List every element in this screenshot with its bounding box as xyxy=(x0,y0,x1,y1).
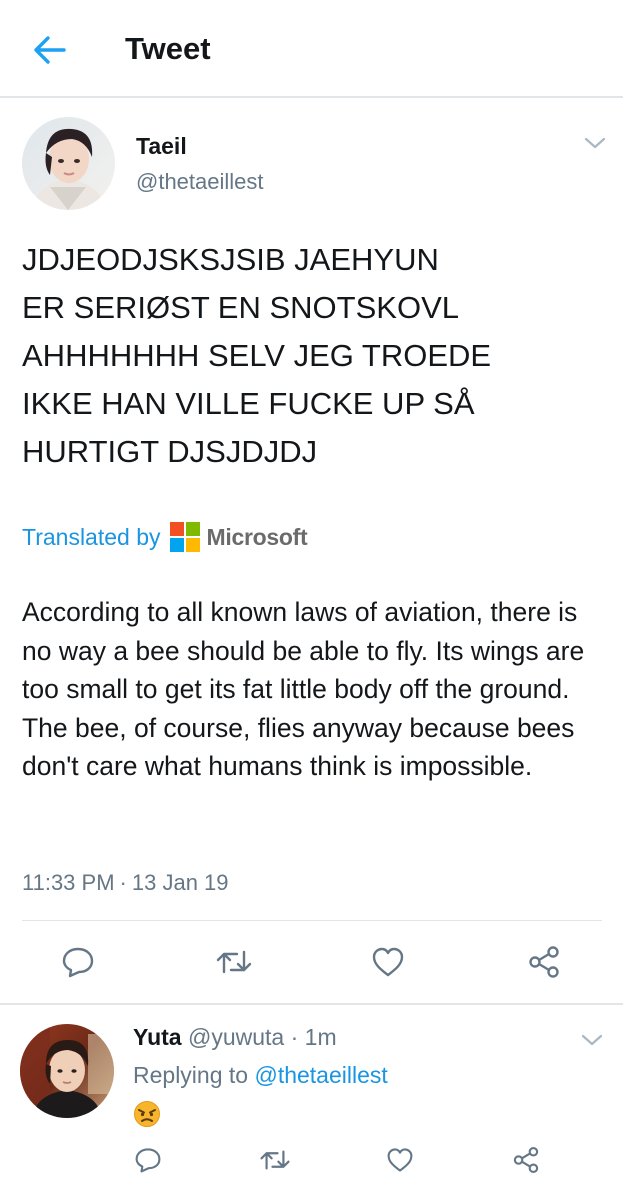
reply-age: 1m xyxy=(304,1024,337,1050)
reply-reply-button[interactable] xyxy=(130,1143,166,1177)
meta-separator: · xyxy=(119,870,127,895)
author-handle[interactable]: @thetaeillest xyxy=(136,169,264,195)
reply-button[interactable] xyxy=(56,942,100,982)
author-name[interactable]: Taeil xyxy=(136,133,187,160)
divider xyxy=(22,920,602,921)
translator-name: Microsoft xyxy=(206,523,308,550)
translated-by-label: Translated by xyxy=(22,523,161,550)
back-button[interactable] xyxy=(30,32,70,68)
author-avatar[interactable] xyxy=(22,117,115,210)
reply-author-avatar[interactable] xyxy=(20,1024,114,1118)
heart-icon xyxy=(372,947,404,977)
share-icon xyxy=(513,1146,539,1174)
meta-separator: · xyxy=(290,1024,299,1050)
replying-to: Replying to @thetaeillest xyxy=(133,1062,388,1089)
reply-share-button[interactable] xyxy=(508,1143,544,1177)
avatar-photo xyxy=(22,117,115,210)
tweet-time: 11:33 PM xyxy=(22,870,115,895)
reply-like-button[interactable] xyxy=(382,1143,418,1177)
tweet-timestamp[interactable]: 11:33 PM · 13 Jan 19 xyxy=(22,870,229,896)
top-app-bar: Tweet xyxy=(0,0,623,98)
reply-author-name[interactable]: Yuta xyxy=(133,1024,182,1050)
microsoft-logo-icon xyxy=(169,522,200,552)
tweet-options-button[interactable] xyxy=(583,135,607,151)
like-button[interactable] xyxy=(366,942,410,982)
arrow-left-icon xyxy=(34,36,66,64)
retweet-icon xyxy=(260,1150,290,1170)
angry-face-emoji xyxy=(132,1100,162,1128)
share-icon xyxy=(529,946,559,978)
speech-bubble-icon xyxy=(135,1148,161,1173)
reply-author-handle[interactable]: @yuwuta xyxy=(188,1024,284,1050)
translated-text: According to all known laws of aviation,… xyxy=(22,597,585,781)
angry-face-icon xyxy=(134,1101,160,1127)
reply-header: Yuta @yuwuta · 1m xyxy=(133,1024,337,1051)
section-divider xyxy=(0,1003,623,1005)
avatar-photo xyxy=(20,1024,114,1118)
chevron-down-icon xyxy=(584,137,606,149)
retweet-icon xyxy=(216,950,252,974)
page-title: Tweet xyxy=(125,31,211,66)
translation-attribution: Translated by Microsoft xyxy=(22,520,308,554)
share-button[interactable] xyxy=(522,942,566,982)
retweet-button[interactable] xyxy=(212,942,256,982)
tweet-text: JDJEODJSKSJSIB JAEHYUN ER SERIØST EN SNO… xyxy=(22,242,492,469)
reply-retweet-button[interactable] xyxy=(256,1143,294,1177)
replying-label: Replying to xyxy=(133,1062,249,1088)
speech-bubble-icon xyxy=(62,947,94,978)
heart-icon xyxy=(387,1148,413,1172)
chevron-down-icon xyxy=(581,1034,603,1046)
replying-handle-link[interactable]: @thetaeillest xyxy=(254,1062,387,1088)
reply-options-button[interactable] xyxy=(580,1032,604,1048)
tweet-date: 13 Jan 19 xyxy=(131,870,229,895)
